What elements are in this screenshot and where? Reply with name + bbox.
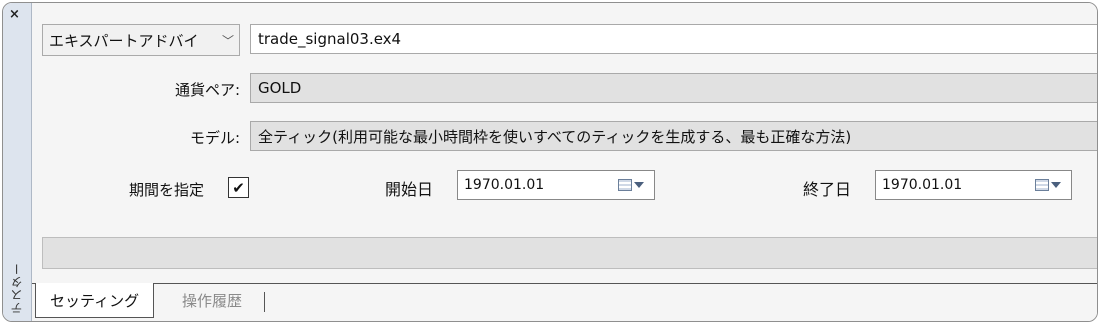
tab-separator bbox=[264, 292, 265, 312]
settings-area: エキスパートアドバイ ﹀ trade_signal03.ex4 通貨ペア: GO… bbox=[32, 3, 1097, 283]
checkmark-icon: ✔ bbox=[232, 178, 245, 197]
end-date-label: 終了日 bbox=[803, 180, 852, 199]
tester-type-value: エキスパートアドバイ bbox=[49, 31, 199, 50]
use-period-label: 期間を指定 bbox=[129, 181, 205, 199]
tab-journal[interactable]: 操作履歴 bbox=[182, 290, 242, 311]
panel-title-text: テスター bbox=[9, 262, 24, 314]
end-date-value: 1970.01.01 bbox=[882, 177, 963, 193]
tester-type-dropdown[interactable]: エキスパートアドバイ ﹀ bbox=[42, 24, 240, 56]
end-date-picker[interactable]: 1970.01.01 bbox=[875, 170, 1072, 200]
model-select[interactable]: 全ティック(利用可能な最小時間枠を使いすべてのティックを生成する、最も正確な方法… bbox=[250, 121, 1097, 151]
start-date-value: 1970.01.01 bbox=[464, 177, 545, 193]
side-strip: × テスター bbox=[3, 3, 32, 321]
start-date-picker[interactable]: 1970.01.01 bbox=[457, 170, 655, 200]
close-icon[interactable]: × bbox=[9, 7, 20, 22]
expert-file-select[interactable]: trade_signal03.ex4 bbox=[250, 24, 1097, 54]
chevron-down-icon: ﹀ bbox=[221, 33, 234, 48]
start-date-label: 開始日 bbox=[385, 180, 434, 199]
tab-settings[interactable]: セッティング bbox=[35, 283, 155, 318]
panel-title: テスター bbox=[5, 258, 27, 318]
tester-panel: × テスター エキスパートアドバイ ﹀ trade_signal03.ex4 通… bbox=[2, 2, 1098, 322]
model-label: モデル: bbox=[189, 129, 240, 147]
progress-bar bbox=[42, 237, 1097, 269]
symbol-label: 通貨ペア: bbox=[174, 81, 240, 99]
use-period-checkbox[interactable]: ✔ bbox=[228, 177, 249, 198]
calendar-icon[interactable] bbox=[618, 179, 644, 191]
tab-bar: セッティング 操作履歴 bbox=[32, 283, 1097, 321]
symbol-select[interactable]: GOLD bbox=[250, 73, 1097, 103]
calendar-icon[interactable] bbox=[1035, 179, 1061, 191]
